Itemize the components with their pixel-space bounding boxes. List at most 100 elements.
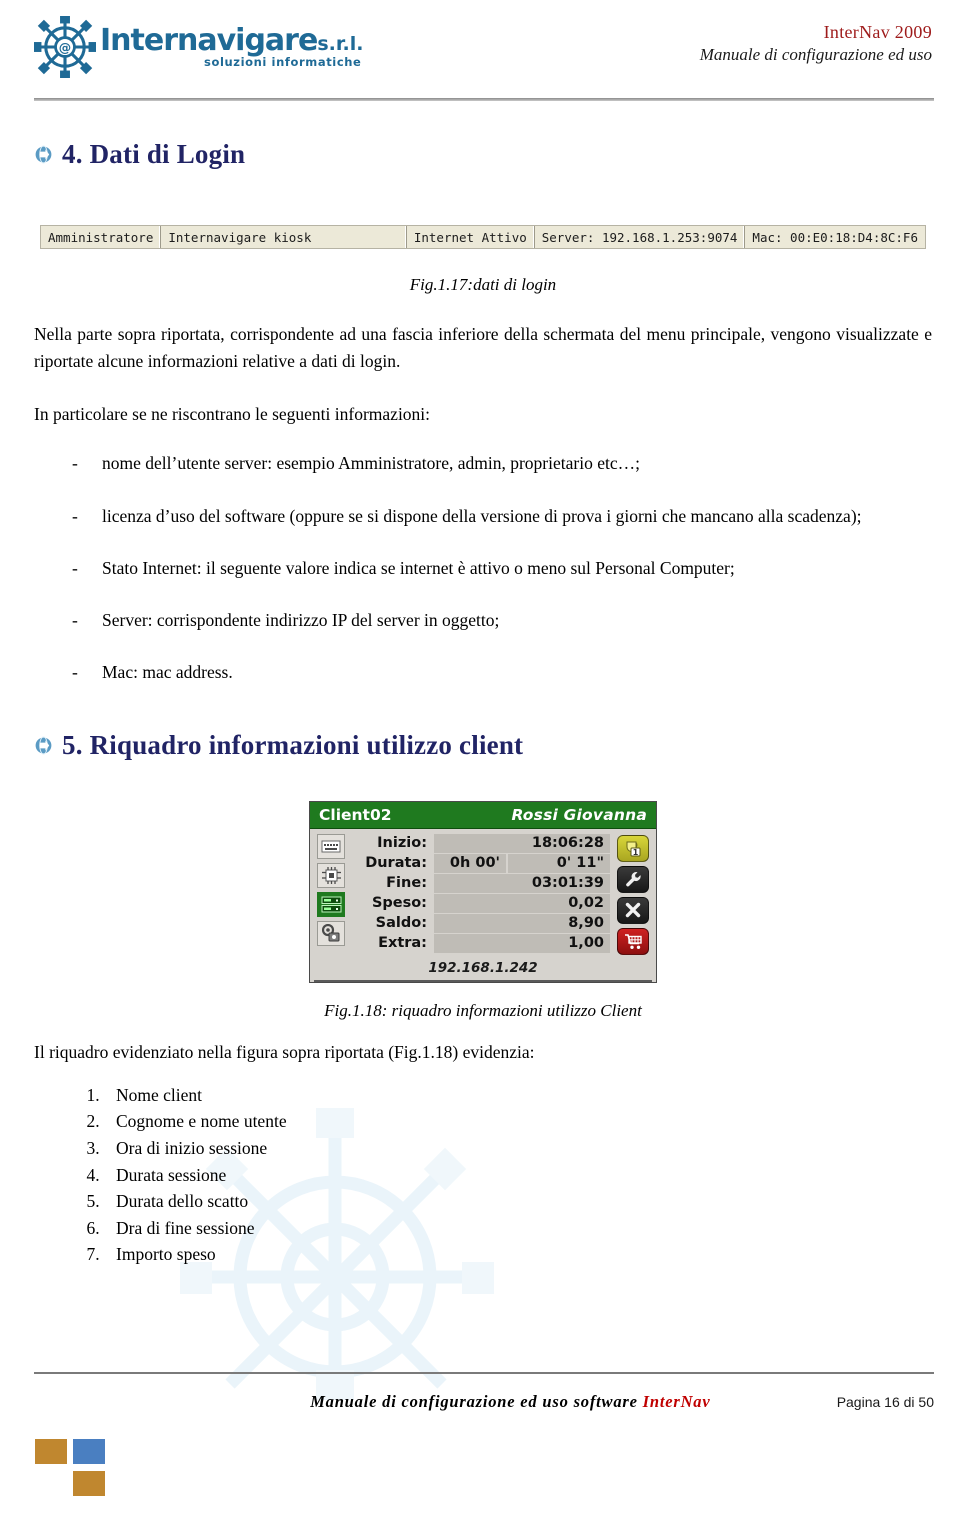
login-lead-paragraph: In particolare se ne riscontrano le segu… <box>34 404 431 425</box>
list-item: - nome dell’utente server: esempio Ammin… <box>34 450 932 476</box>
dash-marker: - <box>72 505 78 526</box>
coin-timer-icon[interactable]: 1 <box>617 834 649 862</box>
field-row-speso: Speso: 0,02 <box>352 893 610 913</box>
wrench-icon[interactable] <box>617 865 649 893</box>
list-item: Nome client <box>104 1082 932 1109</box>
statusbar-server-label: Server: 192.168.1.253:9074 <box>541 229 738 245</box>
field-value-fine: 03:01:39 <box>434 873 610 893</box>
client-numbered-list: Nome client Cognome e nome utente Ora di… <box>34 1082 932 1268</box>
field-value-speso: 0,02 <box>434 893 610 913</box>
list-item-label: Stato Internet: il seguente valore indic… <box>102 557 735 578</box>
svg-text:1: 1 <box>633 848 639 857</box>
header-title-block: InterNav 2009 Manuale di configurazione … <box>700 10 932 65</box>
field-label-saldo: Saldo: <box>375 915 427 932</box>
arrow-globe-bullet-icon <box>34 735 53 755</box>
list-item-label: Server: corrispondente indirizzo IP del … <box>102 610 500 631</box>
list-item: Durata sessione <box>104 1162 932 1189</box>
list-item: Dra di fine sessione <box>104 1215 932 1242</box>
dash-marker: - <box>72 662 78 683</box>
field-value-saldo: 8,90 <box>434 913 610 933</box>
section-heading-login: 4. Dati di Login <box>34 139 932 170</box>
client-panel-action-buttons: 1 <box>614 834 652 955</box>
field-label-inizio: Inizio: <box>377 835 427 852</box>
logo-tagline: soluzioni informatiche <box>204 54 362 69</box>
field-label-speso: Speso: <box>371 895 427 912</box>
server-icon[interactable] <box>317 891 345 917</box>
company-logo: @ Internavigares.r.l. soluzioni informat… <box>34 16 363 78</box>
statusbar-internet-cell: Internet Attivo <box>406 226 535 248</box>
statusbar-license-cell: Internavigare kiosk <box>161 226 407 248</box>
field-row-extra: Extra: 1,00 <box>352 933 610 953</box>
corner-decoration-squares <box>34 1438 107 1498</box>
client-intro-paragraph: Il riquadro evidenziato nella figura sop… <box>34 1041 535 1062</box>
client-panel-body: Inizio: 18:06:28 Durata: 0h 00' 0' 11" F… <box>310 829 656 955</box>
list-item: Ora di inizio sessione <box>104 1135 932 1162</box>
login-intro-paragraph: Nella parte sopra riportata, corrisponde… <box>34 324 932 372</box>
statusbar-mac-label: Mac: 00:E0:18:D4:8C:F6 <box>752 229 918 245</box>
field-row-durata: Durata: 0h 00' 0' 11" <box>352 853 610 873</box>
close-x-icon[interactable] <box>617 896 649 924</box>
page-footer: Manuale di configurazione ed uso softwar… <box>34 1392 934 1412</box>
dash-marker: - <box>72 453 78 474</box>
keyboard-icon[interactable] <box>317 833 345 859</box>
footer-brand-label: InterNav <box>642 1392 711 1411</box>
list-item-label: licenza d’uso del software (oppure se si… <box>102 505 862 526</box>
footer-manual-plain: Manuale di configurazione ed uso softwar… <box>310 1392 643 1411</box>
field-row-saldo: Saldo: 8,90 <box>352 913 610 933</box>
figure-caption-login: Fig.1.17:dati di login <box>409 275 557 294</box>
cart-icon[interactable] <box>617 927 649 955</box>
footer-page-number: Pagina 16 di 50 <box>836 1394 934 1410</box>
client-panel-left-icons <box>314 833 348 955</box>
field-label-durata: Durata: <box>365 855 427 872</box>
page-content: 4. Dati di Login Amministratore Internav… <box>0 139 960 1268</box>
login-statusbar-figure: Amministratore Internavigare kiosk Inter… <box>34 225 932 249</box>
arrow-globe-bullet-icon <box>34 145 53 164</box>
field-label-fine: Fine: <box>386 875 427 892</box>
statusbar-user-label: Amministratore <box>48 229 154 245</box>
statusbar-license-label: Internavigare kiosk <box>168 229 312 245</box>
manual-subtitle: Manuale di configurazione ed uso <box>699 45 932 64</box>
client-name-label: Client02 <box>319 805 392 824</box>
field-row-fine: Fine: 03:01:39 <box>352 873 610 893</box>
dash-marker: - <box>72 610 78 631</box>
client-user-label: Rossi Giovanna <box>511 805 647 824</box>
client-panel-fields: Inizio: 18:06:28 Durata: 0h 00' 0' 11" F… <box>348 833 614 955</box>
logo-company-name: Internavigare <box>100 22 318 58</box>
section-title-login: 4. Dati di Login <box>62 139 246 169</box>
statusbar-server-cell: Server: 192.168.1.253:9074 <box>534 226 746 248</box>
client-ip-label: 192.168.1.242 <box>314 957 652 982</box>
list-item-label: nome dell’utente server: esempio Amminis… <box>102 453 640 474</box>
list-item: - Mac: mac address. <box>34 659 932 685</box>
product-title: InterNav 2009 <box>823 22 932 42</box>
field-value-durata-hours: 0h 00' <box>434 853 506 873</box>
list-item: Importo speso <box>104 1241 932 1268</box>
svg-text:@: @ <box>59 40 71 55</box>
field-value-extra: 1,00 <box>434 933 610 953</box>
page-header: @ Internavigares.r.l. soluzioni informat… <box>0 0 960 92</box>
section-title-client: 5. Riquadro informazioni utilizzo client <box>62 729 524 760</box>
field-value-inizio: 18:06:28 <box>434 833 610 853</box>
client-panel-titlebar: Client02 Rossi Giovanna <box>310 801 656 829</box>
header-divider <box>34 98 934 101</box>
statusbar-user-cell: Amministratore <box>41 226 162 248</box>
statusbar-internet-label: Internet Attivo <box>413 229 527 245</box>
client-info-panel: Client02 Rossi Giovanna Inizio: 18:06:28… <box>309 800 657 983</box>
statusbar: Amministratore Internavigare kiosk Inter… <box>40 225 926 249</box>
list-item: - Server: corrispondente indirizzo IP de… <box>34 607 932 633</box>
chip-icon[interactable] <box>317 862 345 888</box>
logo-company-suffix: s.r.l. <box>317 32 364 55</box>
list-item: Cognome e nome utente <box>104 1108 932 1135</box>
ship-wheel-logo-icon: @ <box>34 16 96 78</box>
login-bullet-list: - nome dell’utente server: esempio Ammin… <box>34 450 932 685</box>
field-label-extra: Extra: <box>378 935 427 952</box>
list-item-label: Mac: mac address. <box>102 662 233 683</box>
section-heading-client: 5. Riquadro informazioni utilizzo client <box>34 730 932 761</box>
field-row-inizio: Inizio: 18:06:28 <box>352 833 610 853</box>
lock-icon[interactable] <box>317 920 345 946</box>
footer-manual-text: Manuale di configurazione ed uso softwar… <box>34 1392 837 1412</box>
dash-marker: - <box>72 557 78 578</box>
list-item: - licenza d’uso del software (oppure se … <box>34 503 932 529</box>
figure-caption-client: Fig.1.18: riquadro informazioni utilizzo… <box>324 1000 642 1020</box>
list-item: - Stato Internet: il seguente valore ind… <box>34 555 932 581</box>
field-value-durata-minutes: 0' 11" <box>508 853 610 873</box>
